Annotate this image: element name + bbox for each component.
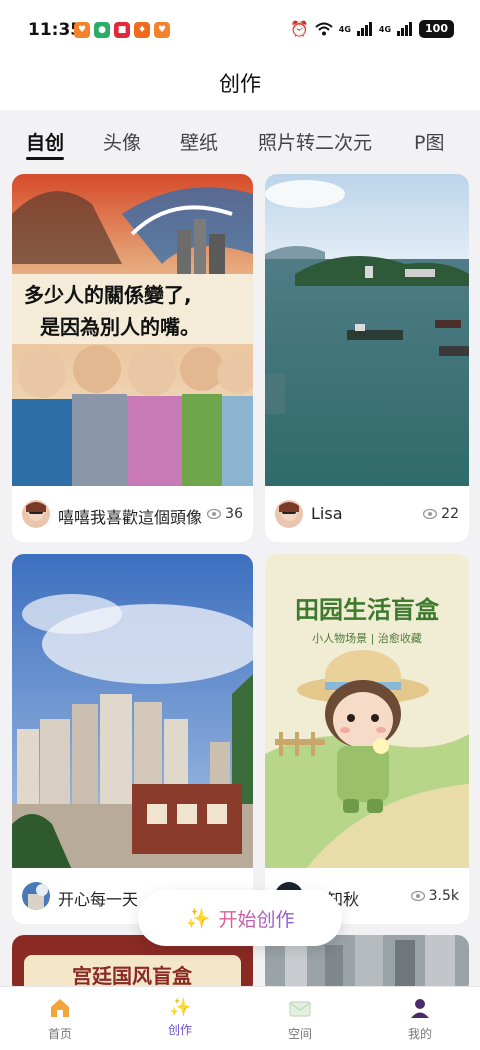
nav-profile[interactable]: 我的 bbox=[380, 997, 460, 1042]
nav-space[interactable]: 空间 bbox=[260, 997, 340, 1042]
user-icon bbox=[411, 999, 429, 1018]
tab-avatar[interactable]: 头像 bbox=[103, 128, 141, 155]
nav-create[interactable]: ✨ 创作 bbox=[140, 997, 220, 1038]
post-footer: Lisa 22 bbox=[265, 486, 469, 542]
status-app-icons: ♥ ● ■ ♦ ♥ bbox=[74, 22, 170, 38]
tab-photo-to-anime[interactable]: 照片转二次元 bbox=[258, 128, 372, 155]
mail-icon bbox=[289, 1001, 311, 1017]
post-card[interactable]: 多少人的關係變了, 是因為別人的嘴。 嘻嘻我喜歡這個頭像 36 bbox=[12, 174, 253, 542]
taobao-icon-2: ♦ bbox=[134, 22, 150, 38]
post-card[interactable]: 田园生活盲盒 小人物场景 | 治愈收藏 叶知秋 3.5k bbox=[265, 554, 469, 924]
alarm-icon: ⏰ bbox=[290, 20, 309, 38]
post-image: 田园生活盲盒 小人物场景 | 治愈收藏 bbox=[265, 554, 469, 870]
sparkle-icon: ✨ bbox=[169, 997, 192, 1018]
home-icon bbox=[51, 999, 69, 1017]
post-image: 多少人的關係變了, 是因為別人的嘴。 bbox=[12, 174, 253, 486]
nav-label: 创作 bbox=[167, 1023, 192, 1037]
author-name[interactable]: Lisa bbox=[311, 504, 343, 523]
view-count: 22 bbox=[423, 506, 459, 522]
taobao-icon-3: ♥ bbox=[154, 22, 170, 38]
category-tabs: 自创 头像 壁纸 照片转二次元 P图 bbox=[0, 110, 480, 170]
author-name[interactable]: 嘻嘻我喜歡這個頭像 bbox=[58, 504, 202, 528]
signal-icon bbox=[356, 22, 372, 36]
status-bar: 11:35 ♥ ● ■ ♦ ♥ ⏰ 4G 4G 100 bbox=[0, 0, 480, 64]
image-caption-2: 是因為別人的嘴。 bbox=[39, 315, 200, 339]
sparkle-icon: ✨ bbox=[185, 906, 211, 930]
eye-icon bbox=[423, 509, 438, 519]
status-indicators: ⏰ 4G 4G 100 bbox=[290, 20, 454, 38]
view-count: 36 bbox=[207, 506, 243, 522]
signal-icon-2 bbox=[397, 22, 413, 36]
image-title: 田园生活盲盒 bbox=[295, 596, 440, 624]
wechat-icon: ● bbox=[94, 22, 110, 38]
battery-icon: 100 bbox=[419, 20, 454, 38]
network-label-2: 4G bbox=[378, 24, 392, 34]
nav-label: 首页 bbox=[47, 1027, 72, 1041]
post-card[interactable]: 开心每一天 bbox=[12, 554, 253, 924]
xiaohongshu-icon: ■ bbox=[114, 22, 130, 38]
view-count-value: 3.5k bbox=[428, 888, 459, 904]
view-count: 3.5k bbox=[410, 888, 459, 904]
tab-original[interactable]: 自创 bbox=[26, 128, 64, 155]
nav-label: 我的 bbox=[407, 1027, 432, 1041]
tab-wallpaper[interactable]: 壁纸 bbox=[180, 128, 218, 155]
view-count-value: 22 bbox=[441, 506, 459, 522]
image-subtitle: 小人物场景 | 治愈收藏 bbox=[312, 631, 422, 645]
tab-photo-edit[interactable]: P图 bbox=[414, 128, 444, 155]
post-card[interactable]: Lisa 22 bbox=[265, 174, 469, 542]
bottom-nav: 首页 ✨ 创作 空间 我的 bbox=[0, 986, 480, 1050]
network-label-1: 4G bbox=[338, 24, 351, 34]
image-caption-1: 多少人的關係變了, bbox=[24, 283, 192, 307]
header: 创作 bbox=[0, 64, 480, 110]
tab-active-indicator bbox=[26, 157, 64, 160]
taobao-icon: ♥ bbox=[74, 22, 90, 38]
nav-home[interactable]: 首页 bbox=[20, 997, 100, 1042]
wifi-icon bbox=[315, 22, 333, 36]
post-image bbox=[265, 174, 469, 486]
image-title: 宫廷国风盲盒 bbox=[72, 964, 193, 988]
eye-icon bbox=[207, 509, 222, 519]
page-title: 创作 bbox=[219, 72, 261, 96]
view-count-value: 36 bbox=[225, 506, 243, 522]
post-image bbox=[12, 554, 253, 870]
avatar[interactable] bbox=[22, 882, 50, 910]
avatar[interactable] bbox=[22, 500, 50, 528]
author-name[interactable]: 开心每一天 bbox=[58, 886, 138, 910]
start-creating-button[interactable]: ✨ 开始创作 bbox=[138, 890, 342, 946]
nav-label: 空间 bbox=[287, 1027, 312, 1041]
avatar[interactable] bbox=[275, 500, 303, 528]
post-footer: 嘻嘻我喜歡這個頭像 36 bbox=[12, 486, 253, 542]
eye-icon bbox=[410, 891, 425, 901]
start-creating-label: 开始创作 bbox=[218, 905, 294, 932]
